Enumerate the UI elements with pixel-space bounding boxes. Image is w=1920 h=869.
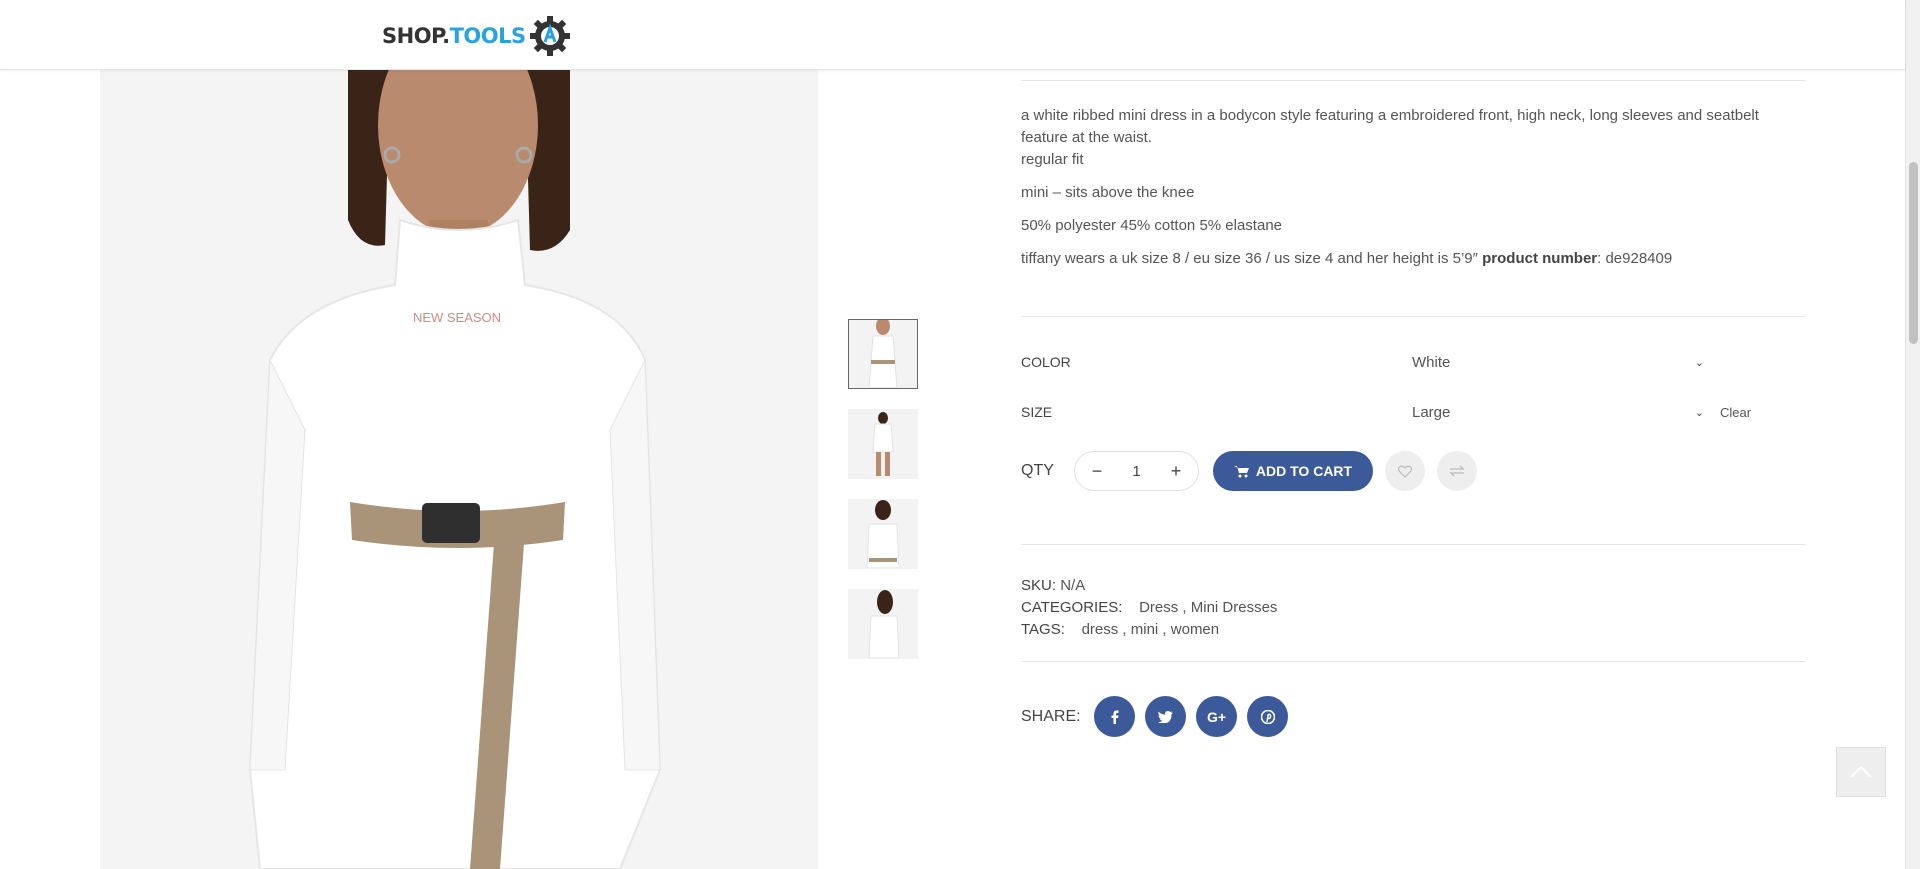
divider <box>1021 544 1805 545</box>
qty-decrease-button[interactable]: − <box>1089 461 1105 482</box>
share-label: SHARE: <box>1021 707 1081 725</box>
heart-icon <box>1398 465 1412 478</box>
qty-input[interactable]: 1 <box>1132 463 1140 480</box>
logo-text-shop: SHOP. <box>382 24 450 48</box>
size-row: SIZE Large ⌄ Clear <box>1021 387 1805 437</box>
thumbnail-4[interactable] <box>848 589 918 659</box>
categories-links[interactable]: Dress , Mini Dresses <box>1139 599 1277 616</box>
description-material: 50% polyester 45% cotton 5% elastane <box>1021 217 1282 234</box>
google-plus-icon: G+ <box>1206 708 1227 725</box>
wishlist-button[interactable] <box>1385 451 1425 491</box>
compare-button[interactable] <box>1437 451 1477 491</box>
color-select[interactable]: White ⌄ <box>1412 354 1712 371</box>
quantity-stepper: − 1 + <box>1074 451 1199 491</box>
share-row: SHARE: G+ <box>1021 696 1805 737</box>
size-selected-value: Large <box>1412 403 1451 421</box>
clear-variations-link[interactable]: Clear <box>1720 405 1751 420</box>
add-to-cart-label: ADD TO CART <box>1255 463 1353 479</box>
dress-print-text: NEW SEASON <box>413 310 501 325</box>
product-description: a white ribbed mini dress in a bodycon s… <box>1021 105 1805 270</box>
categories-label: CATEGORIES: <box>1021 599 1123 616</box>
logo-text-tools: TOOLS <box>449 24 527 48</box>
tags-row: TAGS: dress , mini , women <box>1021 619 1805 641</box>
variations-form: COLOR White ⌄ SIZE Large ⌄ Clear <box>1021 337 1805 437</box>
tags-links[interactable]: dress , mini , women <box>1082 621 1220 638</box>
categories-row: CATEGORIES: Dress , Mini Dresses <box>1021 597 1805 619</box>
site-logo[interactable]: SHOP.TOOLS <box>382 14 572 58</box>
add-to-cart-button[interactable]: ADD TO CART <box>1213 451 1373 491</box>
back-to-top-button[interactable] <box>1836 747 1886 797</box>
twitter-icon <box>1158 710 1173 723</box>
model-size-text: tiffany wears a uk size 8 / eu size 36 /… <box>1021 250 1483 267</box>
qty-label: QTY <box>1021 462 1054 479</box>
color-label: COLOR <box>1021 354 1071 370</box>
sku-label: SKU: <box>1021 577 1057 594</box>
thumbnail-gallery <box>848 319 918 679</box>
description-length: mini – sits above the knee <box>1021 184 1195 201</box>
divider <box>1021 316 1805 317</box>
cart-icon <box>1233 465 1249 477</box>
color-selected-value: White <box>1412 353 1451 371</box>
product-meta: SKU: N/A CATEGORIES: Dress , Mini Dresse… <box>1021 575 1805 641</box>
add-to-cart-row: QTY − 1 + ADD TO CART <box>1021 451 1805 491</box>
sku-value: N/A <box>1060 577 1086 594</box>
site-header: SHOP.TOOLS <box>0 0 1905 70</box>
divider <box>1021 661 1805 662</box>
divider <box>1021 80 1805 81</box>
chevron-down-icon: ⌄ <box>1694 406 1704 419</box>
description-fit: regular fit <box>1021 151 1084 168</box>
logo-text: SHOP.TOOLS <box>382 24 526 48</box>
scrollbar-thumb[interactable] <box>1909 162 1918 344</box>
description-model-info: tiffany wears a uk size 8 / eu size 36 /… <box>1021 248 1805 270</box>
share-twitter-button[interactable] <box>1145 696 1186 737</box>
color-row: COLOR White ⌄ <box>1021 337 1805 387</box>
share-facebook-button[interactable] <box>1094 696 1135 737</box>
product-number-label: product number <box>1482 250 1598 267</box>
facebook-icon <box>1111 710 1118 724</box>
chevron-up-icon <box>1850 766 1872 778</box>
product-main-image[interactable]: NEW SEASON <box>100 70 818 869</box>
size-select[interactable]: Large ⌄ <box>1412 404 1712 421</box>
description-text: a white ribbed mini dress in a bodycon s… <box>1021 107 1759 146</box>
share-pinterest-button[interactable] <box>1247 696 1288 737</box>
thumbnail-1[interactable] <box>848 319 918 389</box>
sku-row: SKU: N/A <box>1021 575 1805 597</box>
thumbnail-3[interactable] <box>848 499 918 569</box>
chevron-down-icon: ⌄ <box>1694 356 1704 369</box>
product-details: a white ribbed mini dress in a bodycon s… <box>1021 80 1805 737</box>
size-label: SIZE <box>1021 404 1053 420</box>
gear-icon <box>529 16 570 56</box>
compare-icon <box>1449 465 1465 477</box>
dress-photo: NEW SEASON <box>100 70 818 869</box>
qty-increase-button[interactable]: + <box>1168 461 1184 482</box>
share-google-plus-button[interactable]: G+ <box>1196 696 1237 737</box>
pinterest-icon <box>1260 709 1275 724</box>
product-number-value: : de928409 <box>1597 250 1673 267</box>
thumbnail-2[interactable] <box>848 409 918 479</box>
tags-label: TAGS: <box>1021 621 1065 638</box>
page-scrollbar[interactable] <box>1905 0 1920 869</box>
